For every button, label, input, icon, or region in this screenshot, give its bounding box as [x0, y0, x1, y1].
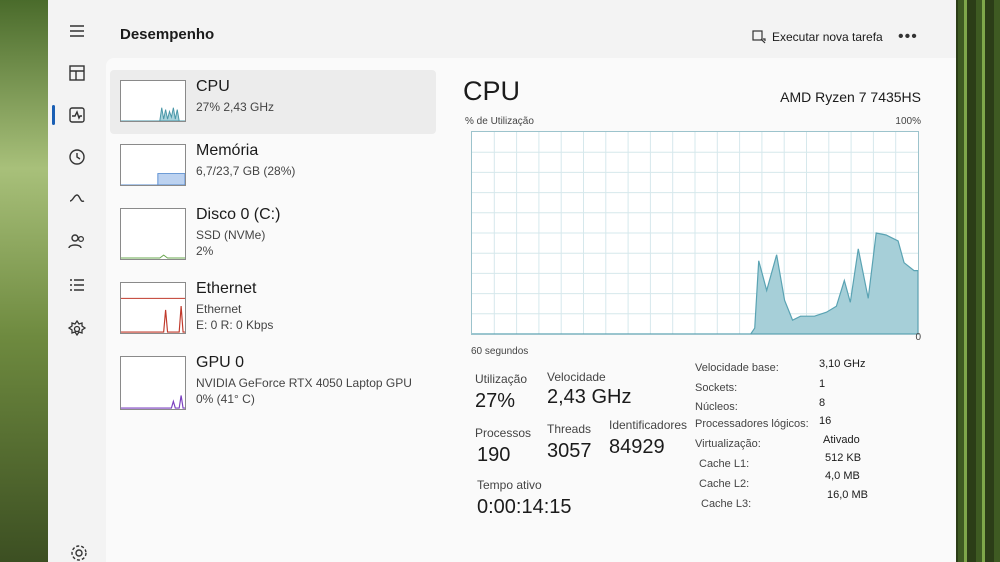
- more-options-button[interactable]: •••: [898, 28, 918, 46]
- navigation-rail: [48, 0, 106, 562]
- hamburger-menu-icon[interactable]: [64, 18, 90, 44]
- graph-max-label: 100%: [895, 116, 921, 127]
- run-new-task-button[interactable]: Executar nova tarefa: [752, 30, 883, 44]
- threads-label: Threads: [547, 422, 592, 436]
- performance-content: CPU 27% 2,43 GHz Memória 6,7/23,7 GB (28…: [106, 58, 956, 562]
- list-item-disk[interactable]: Disco 0 (C:) SSD (NVMe) 2%: [110, 198, 436, 262]
- gpu-model: NVIDIA GeForce RTX 4050 Laptop GPU: [196, 376, 412, 390]
- memory-subtitle: 6,7/23,7 GB (28%): [196, 164, 296, 178]
- graph-zero-label: 0: [915, 332, 921, 343]
- uptime-value: 0:00:14:15: [477, 496, 572, 518]
- spec-label-base-speed: Velocidade base:: [695, 362, 779, 374]
- spec-label-cores: Núcleos:: [695, 401, 738, 413]
- processes-value: 190: [477, 444, 511, 466]
- utilization-value: 27%: [475, 390, 516, 412]
- spec-label-virtualization: Virtualização:: [695, 438, 761, 450]
- disk-type: SSD (NVMe): [196, 228, 266, 242]
- processes-icon[interactable]: [64, 60, 90, 86]
- task-manager-window: Desempenho Executar nova tarefa ••• CPU …: [48, 0, 956, 562]
- spec-value-logical-processors: 16: [819, 415, 832, 427]
- list-item-cpu[interactable]: CPU 27% 2,43 GHz: [110, 70, 436, 134]
- performance-icon[interactable]: [64, 102, 90, 128]
- cpu-thumbnail-graph: [120, 80, 186, 122]
- cpu-subtitle: 27% 2,43 GHz: [196, 100, 275, 114]
- detail-title: CPU: [463, 76, 521, 106]
- disk-title: Disco 0 (C:): [196, 206, 281, 223]
- run-new-task-label: Executar nova tarefa: [772, 30, 883, 44]
- details-icon[interactable]: [64, 272, 90, 298]
- ethernet-adapter: Ethernet: [196, 302, 242, 316]
- spec-label-cache-l2: Cache L2:: [699, 478, 750, 490]
- cpu-title: CPU: [196, 78, 230, 95]
- speed-value: 2,43 GHz: [547, 386, 632, 408]
- speed-label: Velocidade: [547, 370, 606, 384]
- app-history-icon[interactable]: [64, 144, 90, 170]
- memory-thumbnail-graph: [120, 144, 186, 186]
- spec-value-cache-l2: 4,0 MB: [825, 470, 860, 482]
- ethernet-thumbnail-graph: [120, 282, 186, 334]
- graph-y-label: % de Utilização: [465, 116, 534, 127]
- cpu-utilization-graph: [471, 131, 919, 335]
- list-item-gpu[interactable]: GPU 0 NVIDIA GeForce RTX 4050 Laptop GPU…: [110, 348, 436, 412]
- services-icon[interactable]: [64, 316, 90, 342]
- list-item-ethernet[interactable]: Ethernet Ethernet E: 0 R: 0 Kbps: [110, 274, 436, 338]
- startup-apps-icon[interactable]: [64, 186, 90, 212]
- processes-label: Processos: [475, 426, 532, 440]
- list-item-memory[interactable]: Memória 6,7/23,7 GB (28%): [110, 134, 436, 198]
- users-icon[interactable]: [64, 228, 90, 254]
- gpu-usage-temp: 0% (41° C): [196, 392, 255, 406]
- spec-value-cores: 8: [819, 397, 826, 409]
- disk-thumbnail-graph: [120, 208, 186, 260]
- handles-value: 84929: [609, 436, 665, 458]
- cpu-detail-panel: CPU AMD Ryzen 7 7435HS % de Utilização 1…: [451, 58, 951, 562]
- uptime-label: Tempo ativo: [477, 478, 542, 492]
- ethernet-throughput: E: 0 R: 0 Kbps: [196, 318, 274, 332]
- spec-value-cache-l3: 16,0 MB: [827, 489, 868, 501]
- gpu-thumbnail-graph: [120, 356, 186, 410]
- spec-value-cache-l1: 512 KB: [825, 452, 862, 464]
- memory-title: Memória: [196, 142, 259, 159]
- spec-label-cache-l1: Cache L1:: [699, 458, 750, 470]
- spec-label-logical-processors: Processadores lógicos:: [695, 418, 809, 430]
- page-title: Desempenho: [120, 26, 215, 43]
- gpu-title: GPU 0: [196, 354, 245, 371]
- handles-label: Identificadores: [609, 418, 688, 432]
- settings-icon[interactable]: [66, 540, 92, 562]
- cpu-model-name: AMD Ryzen 7 7435HS: [780, 89, 921, 105]
- threads-value: 3057: [547, 440, 592, 462]
- spec-value-base-speed: 3,10 GHz: [819, 358, 866, 370]
- active-nav-indicator: [52, 105, 55, 125]
- wallpaper-left: [0, 0, 50, 562]
- graph-time-label: 60 segundos: [471, 346, 529, 357]
- spec-label-cache-l3: Cache L3:: [701, 498, 752, 510]
- spec-value-sockets: 1: [819, 378, 826, 390]
- disk-usage: 2%: [196, 244, 214, 258]
- ethernet-title: Ethernet: [196, 280, 257, 297]
- spec-label-sockets: Sockets:: [695, 382, 738, 394]
- spec-value-virtualization: Ativado: [823, 434, 860, 446]
- run-task-icon: [752, 30, 766, 44]
- utilization-label: Utilização: [475, 372, 528, 386]
